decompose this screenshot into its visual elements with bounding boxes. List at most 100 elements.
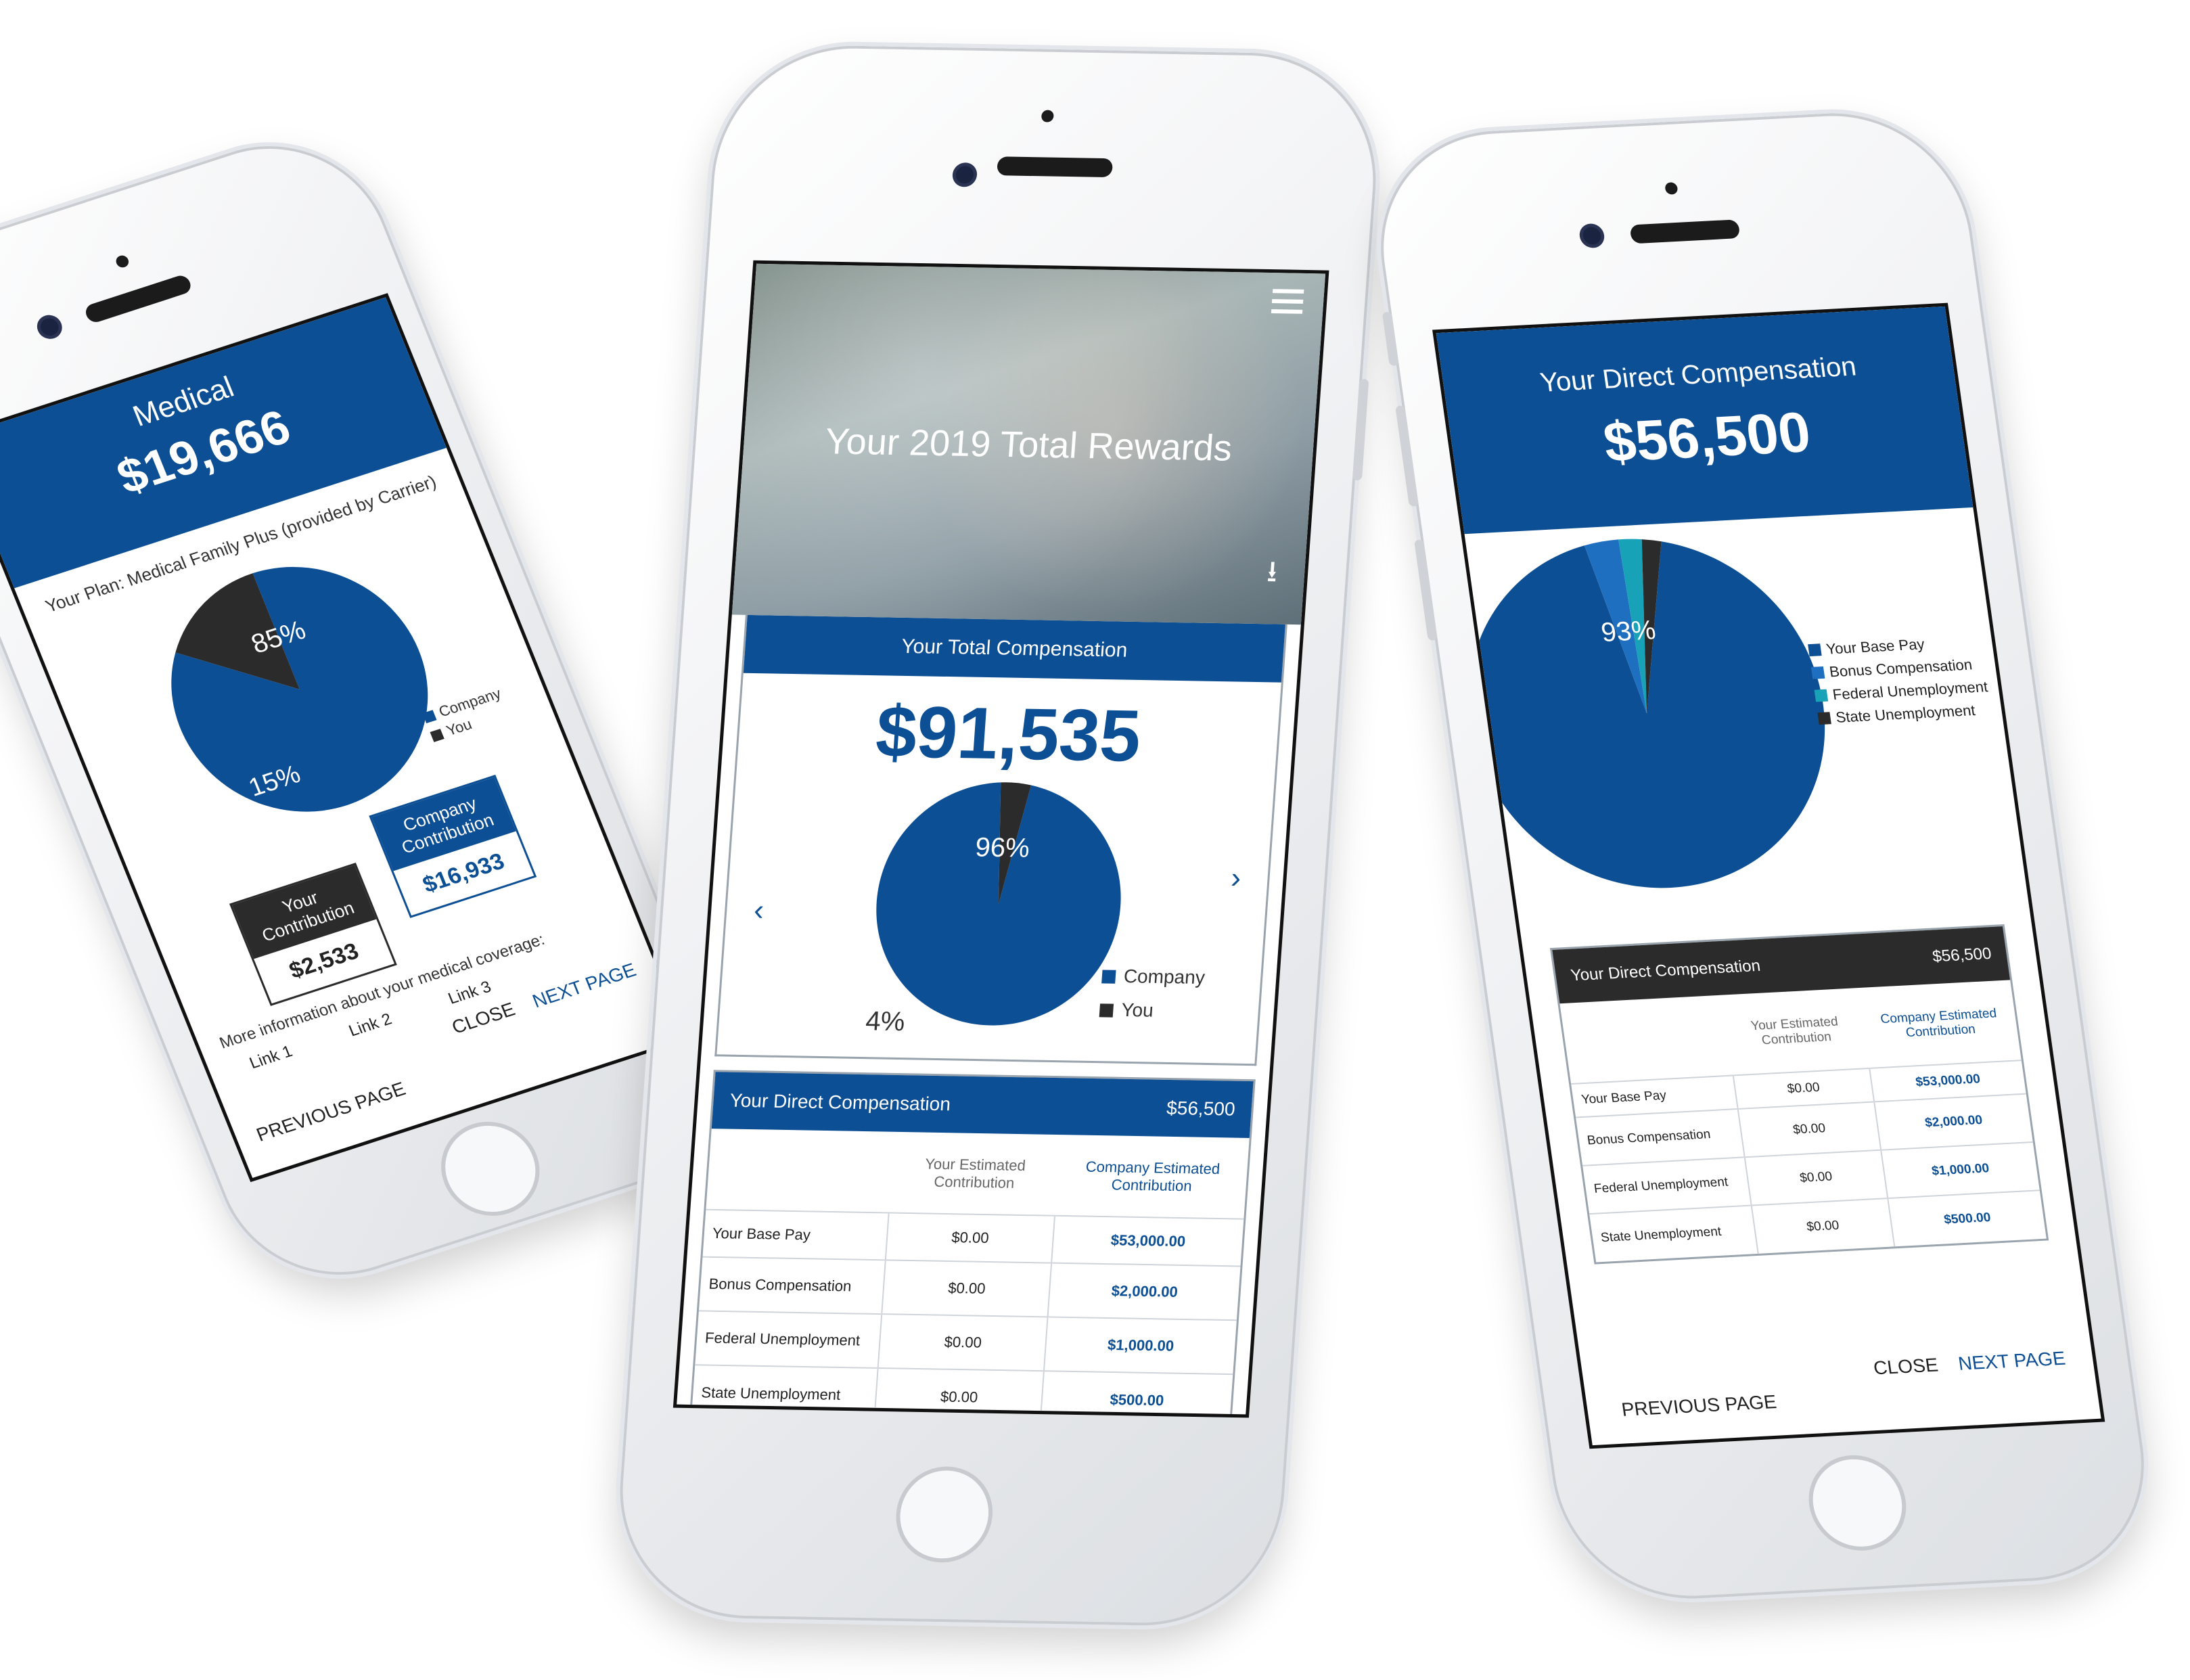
front-sensor	[1041, 110, 1054, 122]
comp-table: Your Estimated Contribution Company Esti…	[691, 1129, 1250, 1418]
row-label: Your Base Pay	[702, 1209, 889, 1261]
row-company: $1,000.00	[1880, 1141, 2040, 1199]
col-header-you: Your Estimated Contribution	[1750, 1014, 1839, 1047]
table-row: Federal Unemployment $0.00 $1,000.00	[695, 1311, 1237, 1375]
power-button[interactable]	[1352, 379, 1369, 481]
legend-base-pay: Your Base Pay	[1825, 635, 1925, 657]
row-label: Federal Unemployment	[695, 1311, 882, 1368]
phone-body: Medical $19,666 Your Plan: Medical Famil…	[0, 116, 758, 1305]
total-comp-label: Your Total Compensation	[743, 614, 1285, 683]
next-page-button[interactable]: NEXT PAGE	[1957, 1348, 2067, 1375]
row-you: $0.00	[882, 1260, 1052, 1317]
link-1[interactable]: Link 1	[247, 1042, 296, 1073]
phone-center: Your 2019 Total Rewards ⭳ Your Total Com…	[611, 43, 1385, 1628]
amount: $56,500	[1599, 400, 1815, 474]
pie-label-base-pay: 93%	[1599, 615, 1658, 648]
legend-swatch-you	[1099, 1003, 1114, 1018]
row-label: Federal Unemployment	[1582, 1157, 1752, 1214]
row-company: $2,000.00	[1873, 1093, 2033, 1150]
menu-icon[interactable]	[1271, 289, 1304, 314]
screen: Medical $19,666 Your Plan: Medical Famil…	[0, 293, 689, 1183]
phone-right: Your Direct Compensation $56,500 93% You…	[1364, 106, 2161, 1606]
legend-company: Company	[436, 685, 503, 720]
legend-swatch-state	[1817, 712, 1831, 725]
direct-comp-pie-chart: 93% Your Base Pay Bonus Compensation Fed…	[1468, 539, 1989, 888]
link-2[interactable]: Link 2	[346, 1010, 395, 1041]
row-company: $500.00	[1887, 1190, 2047, 1247]
phone-body: Your Direct Compensation $56,500 93% You…	[1364, 106, 2161, 1606]
front-camera	[38, 316, 62, 338]
legend-swatch-federal	[1814, 689, 1829, 702]
total-comp-pie-chart: 96% 4% ‹ › Company You	[753, 782, 1242, 1037]
blank-header-cell	[1559, 995, 1733, 1084]
row-company: $53,000.00	[1051, 1215, 1244, 1267]
legend-federal: Federal Unemployment	[1831, 678, 1989, 703]
row-label: State Unemployment	[1589, 1205, 1758, 1263]
legend-swatch-base-pay	[1808, 643, 1822, 657]
close-button[interactable]: CLOSE	[1872, 1355, 1940, 1380]
direct-comp-table: Your Direct Compensation $56,500 Your Es…	[1549, 924, 2049, 1265]
row-label: Bonus Compensation	[698, 1256, 886, 1315]
home-button[interactable]	[426, 1109, 555, 1229]
screen: Your Direct Compensation $56,500 93% You…	[1432, 302, 2105, 1449]
front-camera	[955, 166, 974, 184]
table-header: Your Direct Compensation $56,500	[711, 1072, 1254, 1138]
phone-body: Your 2019 Total Rewards ⭳ Your Total Com…	[611, 43, 1385, 1628]
earpiece-speaker	[1629, 219, 1741, 244]
comp-table: Your Estimated Contribution Company Esti…	[1559, 980, 2047, 1263]
legend-swatch-company	[1101, 970, 1116, 984]
legend-swatch-bonus	[1810, 666, 1825, 679]
prev-chart-chevron-icon[interactable]: ‹	[753, 894, 765, 927]
legend-swatch-you	[430, 729, 444, 742]
blank-header-cell	[706, 1129, 894, 1212]
hero-banner: Your 2019 Total Rewards ⭳	[731, 263, 1326, 625]
col-header-company: Company Estimated Contribution	[1879, 1005, 1998, 1040]
pie-label-company: 96%	[974, 832, 1030, 863]
row-you: $0.00	[885, 1212, 1055, 1263]
legend-company: Company	[1123, 966, 1206, 988]
row-you: $0.00	[1737, 1102, 1881, 1158]
legend-you: You	[1120, 999, 1154, 1021]
row-you: $0.00	[877, 1314, 1048, 1371]
table-row: State Unemployment $0.00 $500.00	[691, 1365, 1233, 1418]
earpiece-speaker	[83, 273, 193, 325]
row-label: Bonus Compensation	[1576, 1108, 1745, 1166]
legend-you: You	[444, 716, 474, 740]
link-3[interactable]: Link 3	[446, 978, 495, 1009]
row-company: $2,000.00	[1047, 1263, 1241, 1321]
table-total: $56,500	[1931, 945, 1993, 966]
front-sensor	[1664, 182, 1679, 195]
table-col-headers: Your Estimated Contribution Company Esti…	[706, 1129, 1249, 1219]
row-you: $0.00	[1744, 1150, 1888, 1206]
mute-switch[interactable]	[1382, 311, 1399, 366]
volume-up-button[interactable]	[1395, 405, 1419, 507]
home-button[interactable]	[1802, 1453, 1913, 1553]
total-comp-value: $91,535	[873, 690, 1144, 777]
home-button[interactable]	[892, 1466, 996, 1564]
phone-left: Medical $19,666 Your Plan: Medical Famil…	[0, 116, 758, 1305]
row-label: State Unemployment	[691, 1365, 878, 1418]
front-sensor	[114, 254, 131, 269]
header-banner: Your Direct Compensation $56,500	[1436, 306, 1974, 535]
screen: Your 2019 Total Rewards ⭳ Your Total Com…	[672, 260, 1329, 1418]
table-row: Bonus Compensation $0.00 $2,000.00	[698, 1256, 1241, 1321]
row-you: $0.00	[874, 1367, 1045, 1418]
row-you: $0.00	[1751, 1198, 1894, 1254]
volume-down-button[interactable]	[1414, 539, 1438, 641]
pie-label-you: 4%	[865, 1006, 906, 1037]
next-chart-chevron-icon[interactable]: ›	[1230, 861, 1242, 894]
earpiece-speaker	[997, 156, 1114, 178]
total-comp-card: Your Total Compensation $91,535 96% 4% ‹…	[714, 614, 1287, 1066]
direct-comp-table: Your Direct Compensation $56,500 Your Es…	[689, 1070, 1256, 1418]
table-total: $56,500	[1166, 1097, 1236, 1120]
legend-state: State Unemployment	[1835, 702, 1976, 725]
row-company: $500.00	[1040, 1371, 1233, 1418]
page-title: Your Direct Compensation	[1538, 351, 1858, 398]
front-camera	[1582, 226, 1602, 246]
col-header-company: Company Estimated Contribution	[1085, 1158, 1221, 1194]
row-company: $1,000.00	[1044, 1317, 1237, 1375]
table-title: Your Direct Compensation	[729, 1089, 952, 1115]
col-header-you: Your Estimated Contribution	[924, 1155, 1026, 1191]
legend-bonus: Bonus Compensation	[1828, 656, 1973, 681]
table-title: Your Direct Compensation	[1569, 956, 1762, 985]
